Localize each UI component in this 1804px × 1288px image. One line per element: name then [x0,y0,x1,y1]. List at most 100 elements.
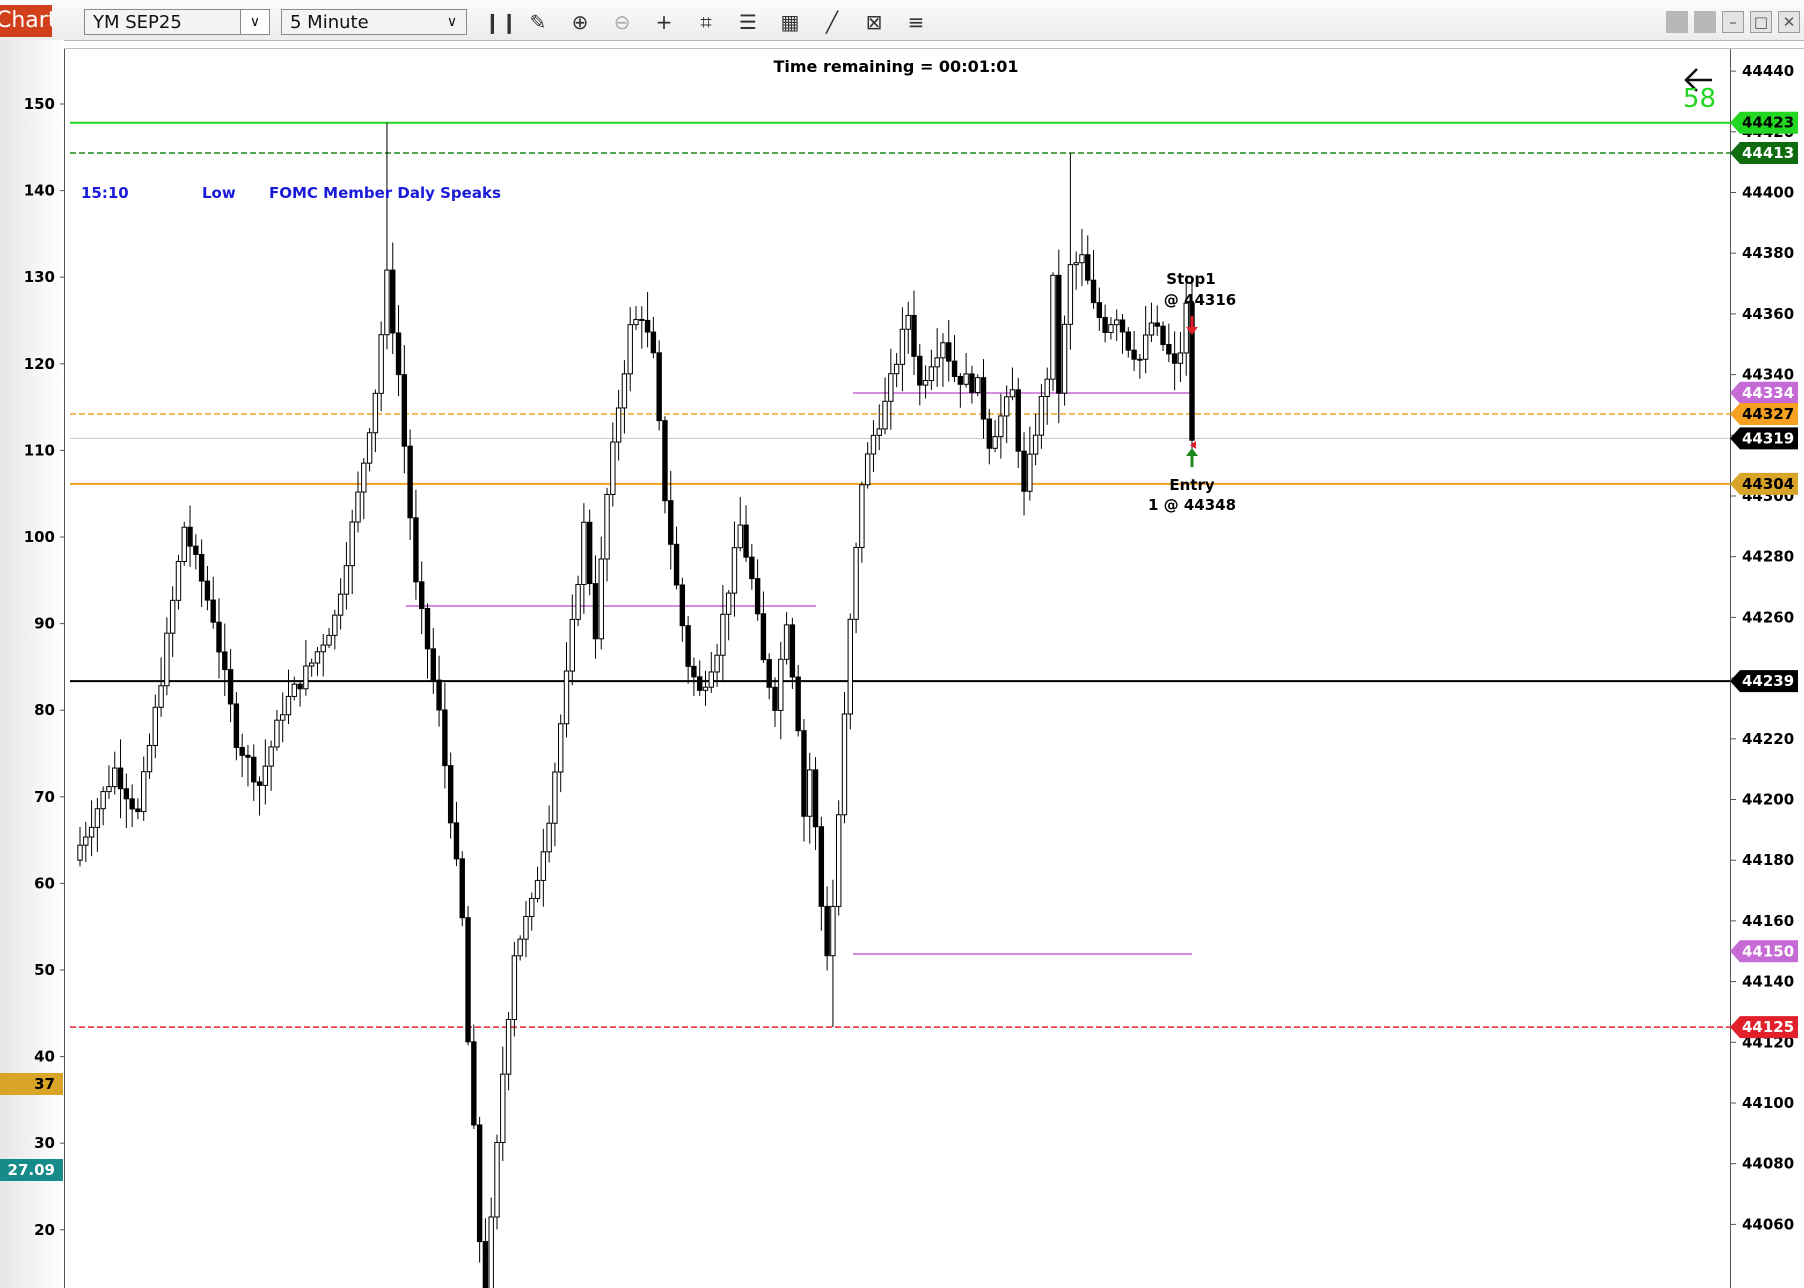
candle [471,1024,477,1129]
crosshair-icon[interactable]: + [650,9,678,35]
candle [980,359,987,439]
candle [685,616,691,684]
candle [1119,314,1126,354]
candle [419,561,425,635]
candle [928,349,935,391]
stop-order-price[interactable]: @ 44316 [1164,291,1236,309]
candle [297,680,303,707]
stop-order-label[interactable]: Stop1 [1166,270,1215,288]
candle [679,577,686,642]
candle [656,340,662,431]
chart-tab[interactable]: Chart [0,5,52,37]
candle [743,505,749,562]
candle [766,653,772,700]
window-tile-icon[interactable] [1694,11,1716,33]
candle [592,555,599,659]
templates-icon[interactable]: ☰ [734,9,762,35]
right-axis-tick-label: 44280 [1742,548,1794,566]
order-marker-icon [1190,441,1196,449]
candle [500,1046,506,1162]
entry-order-price[interactable]: 1 @ 44348 [1148,496,1236,514]
window-tile-icon[interactable] [1666,11,1688,33]
close-icon[interactable]: ✕ [1778,11,1800,33]
price-marker-44319: 44319 [1730,427,1798,450]
left-axis-tick-label: 100 [24,528,55,546]
candle [911,290,917,376]
instrument-selector[interactable]: YM SEP25 ∨ [84,9,270,35]
right-axis-tick-label: 44440 [1742,62,1794,80]
candle [384,122,390,350]
candle [1154,305,1160,336]
pencil-icon[interactable]: ✎ [524,9,552,35]
candle [337,578,344,630]
candle [575,575,581,627]
svg-text:44304: 44304 [1742,475,1794,493]
minimize-icon[interactable]: – [1722,11,1744,33]
candle [216,598,222,679]
chart-toolbar: Chart YM SEP25 ∨ 5 Minute ∨ ❙❙ ✎ ⊕ ⊖ + ⌗… [0,0,1804,41]
left-axis-panel [0,40,64,1288]
candle [129,784,135,828]
candle [1015,377,1021,468]
indicators-icon[interactable]: ⊠ [860,9,888,35]
chevron-down-icon[interactable]: ∨ [438,10,466,34]
maximize-icon[interactable]: □ [1750,11,1772,33]
candle [262,739,269,805]
candle [795,665,801,737]
right-axis-tick-label: 44380 [1742,244,1794,262]
candle [112,751,118,795]
svg-text:27.09: 27.09 [8,1161,55,1179]
interval-selector[interactable]: 5 Minute ∨ [281,9,467,35]
candle [152,694,158,759]
news-title: FOMC Member Daly Speaks [269,184,501,202]
candle [1114,309,1120,342]
candle [204,566,211,611]
candle [100,786,106,826]
strategies-icon[interactable]: ╱ [818,9,846,35]
properties-icon[interactable]: ▦ [776,9,804,35]
candle [864,442,871,489]
candle [349,509,355,595]
candle [818,816,825,931]
candle [870,420,877,473]
candle [303,639,309,696]
left-axis-marker: 37 [0,1073,63,1095]
left-axis-tick-label: 150 [24,95,55,113]
candle [494,1134,500,1230]
svg-text:44150: 44150 [1742,942,1794,960]
candle [569,594,575,686]
candle [604,487,610,582]
candle [836,800,842,916]
candle [749,543,755,590]
candle [1177,331,1184,383]
candle [1125,327,1131,358]
left-axis-tick-label: 130 [24,268,55,286]
candle [1061,315,1068,406]
candle [146,733,153,779]
candle [598,536,604,650]
chevron-down-icon[interactable]: ∨ [240,10,269,34]
candle [465,906,471,1046]
price-marker-44423: 44423 [1730,111,1798,134]
candle [853,542,859,634]
candle [320,633,326,677]
price-marker-44334: 44334 [1730,381,1798,404]
left-axis-tick-label: 70 [34,788,55,806]
data-box-icon[interactable]: ⌗ [692,9,720,35]
candlestick-series [77,122,1195,1288]
bar-type-icon[interactable]: ❙❙ [484,9,518,35]
candle [407,429,413,541]
zoom-out-icon[interactable]: ⊖ [608,9,636,35]
svg-text:37: 37 [34,1075,55,1093]
list-icon[interactable]: ≡ [902,9,930,35]
candle [482,1218,489,1288]
right-axis-tick-label: 44360 [1742,305,1794,323]
candle [615,389,622,461]
svg-text:44319: 44319 [1742,429,1794,447]
zoom-in-icon[interactable]: ⊕ [566,9,594,35]
price-marker-44413: 44413 [1730,142,1798,165]
candle [459,851,465,927]
right-axis-tick-label: 44200 [1742,791,1794,809]
entry-order-label[interactable]: Entry [1169,476,1214,494]
price-chart[interactable]: 150 140 130 120 110 100 90 80 70 60 50 40 30 20 44440… [0,40,1804,1288]
